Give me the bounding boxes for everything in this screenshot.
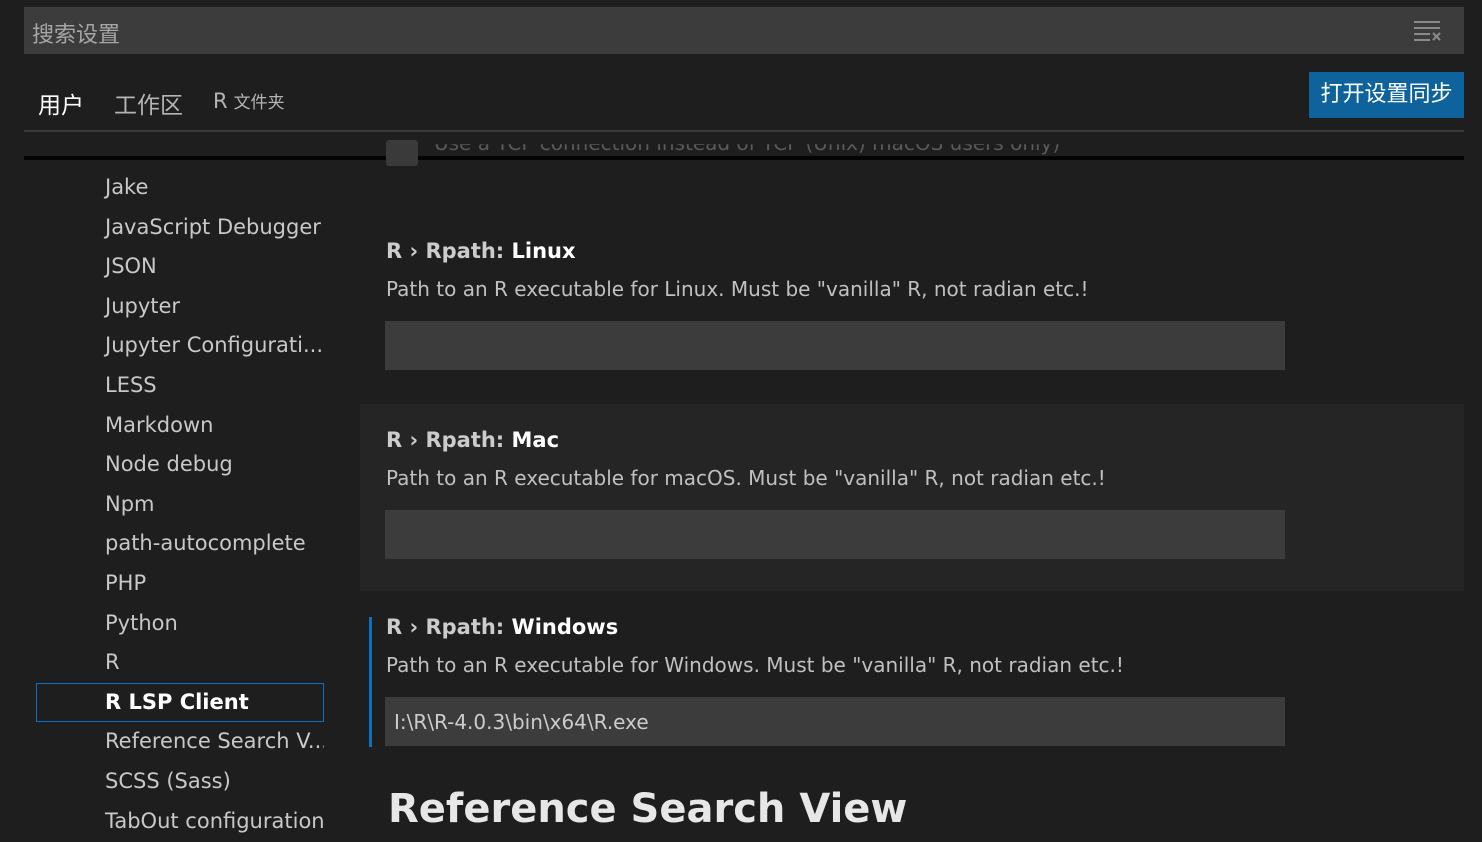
tab-folder-label: 文件夹 [233, 93, 285, 113]
setting-description: Path to an R executable for macOS. Must … [386, 466, 1106, 490]
setting-category: R › Rpath: [386, 615, 512, 639]
setting-category: R › Rpath: [386, 428, 512, 452]
turn-on-settings-sync-button[interactable]: 打开设置同步 [1309, 72, 1464, 118]
search-settings-input[interactable]: 搜索设置 [24, 7, 1464, 54]
toc-item[interactable]: R LSP Client [36, 683, 324, 722]
tab-folder[interactable]: R 文件夹 [213, 88, 285, 114]
setting-rpath-linux: R › Rpath: Linux Path to an R executable… [360, 218, 1464, 404]
toc-item[interactable]: Npm [36, 485, 324, 524]
filter-list-icon[interactable] [1414, 19, 1442, 41]
toc-item[interactable]: JSON [36, 247, 324, 286]
tabs-divider [24, 130, 1464, 132]
toc-item[interactable]: PHP [36, 564, 324, 603]
setting-description: Path to an R executable for Linux. Must … [386, 277, 1089, 301]
checkbox[interactable] [386, 140, 418, 166]
toc-item[interactable]: R [36, 643, 324, 682]
rpath-windows-input[interactable] [385, 697, 1285, 746]
toc-item[interactable]: Jupyter [36, 287, 324, 326]
section-heading: Reference Search View [388, 786, 908, 832]
search-placeholder: 搜索设置 [32, 23, 121, 48]
setting-name: Windows [511, 615, 619, 639]
setting-rpath-windows: R › Rpath: Windows Path to an R executab… [360, 615, 1464, 757]
toc-item[interactable]: path-autocomplete [36, 524, 324, 563]
setting-rpath-mac: R › Rpath: Mac Path to an R executable f… [360, 404, 1464, 591]
toc-item[interactable]: Jupyter Configurati... [36, 326, 324, 365]
setting-title: R › Rpath: Linux [386, 239, 576, 263]
setting-name: Linux [511, 239, 576, 263]
toc-item[interactable]: Python [36, 604, 324, 643]
setting-category: R › Rpath: [386, 239, 512, 263]
tab-workspace[interactable]: 工作区 [114, 86, 183, 120]
toc-item[interactable]: SCSS (Sass) [36, 762, 324, 801]
scroll-shadow [24, 156, 1464, 160]
rpath-mac-input[interactable] [385, 510, 1285, 559]
setting-title: R › Rpath: Windows [386, 615, 618, 639]
toc-item[interactable]: JavaScript Debugger [36, 208, 324, 247]
tab-user[interactable]: 用户 [38, 86, 84, 120]
toc-item[interactable]: Jake [36, 168, 324, 207]
setting-title: R › Rpath: Mac [386, 428, 559, 452]
settings-scope-tabs: 用户 工作区 R 文件夹 打开设置同步 [24, 72, 1464, 132]
partial-setting-description: Use a TCP connection instead of TCP (Uni… [434, 131, 1061, 155]
focus-indicator [369, 617, 372, 747]
setting-name: Mac [511, 428, 560, 452]
toc-item[interactable]: Reference Search V... [36, 722, 324, 761]
toc-item[interactable]: Node debug [36, 445, 324, 484]
setting-description: Path to an R executable for Windows. Mus… [386, 653, 1124, 677]
toc-item[interactable]: LESS [36, 366, 324, 405]
toc-item[interactable]: TabOut configuration [36, 802, 324, 841]
tab-folder-name: R [213, 89, 228, 113]
rpath-linux-input[interactable] [385, 321, 1285, 370]
toc-item[interactable]: Markdown [36, 406, 324, 445]
